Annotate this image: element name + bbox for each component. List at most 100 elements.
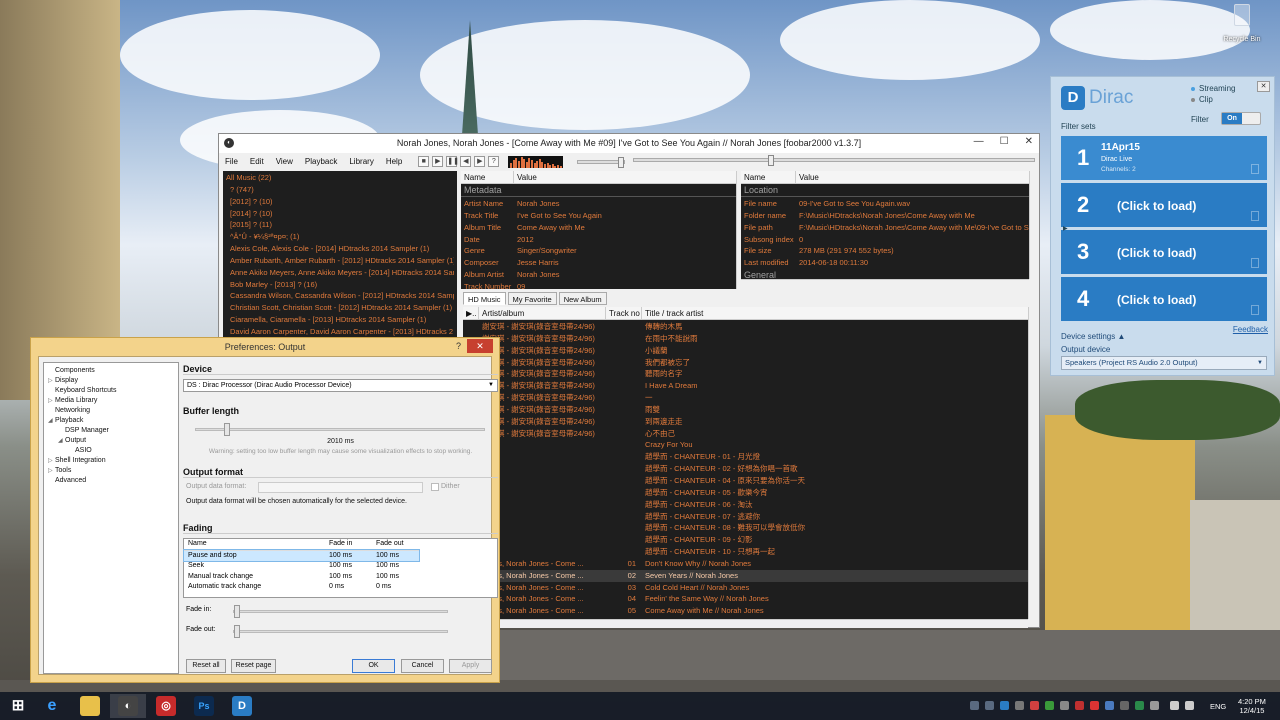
- tray-icon-3[interactable]: [1000, 701, 1009, 710]
- taskbar-explorer[interactable]: [72, 694, 108, 718]
- playlist-row[interactable]: 趙學而 - CHANTEUR - 04 - 原來只要為你活一天: [463, 475, 1028, 487]
- foobar-titlebar[interactable]: ◐ Norah Jones, Norah Jones - [Come Away …: [219, 134, 1039, 153]
- buffer-slider[interactable]: [195, 423, 485, 436]
- play-icon[interactable]: ▶: [432, 156, 444, 167]
- close-button[interactable]: ✕: [1025, 134, 1033, 150]
- maximize-button[interactable]: ☐: [1000, 134, 1009, 150]
- library-item[interactable]: Ciaramella, Ciaramella - [2013] HDtracks…: [226, 314, 454, 326]
- playlist-row[interactable]: 趙學而 - CHANTEUR - 05 - 歡樂今宵: [463, 487, 1028, 499]
- dither-checkbox[interactable]: [431, 483, 439, 491]
- location-row[interactable]: File path F:\Music\HDtracks\Norah Jones\C…: [741, 222, 1029, 234]
- playlist-row[interactable]: 謝安琪 - 謝安琪(錄音室母帶24/96) 在雨中不能說雨: [463, 333, 1028, 345]
- pl-col-track[interactable]: Track no: [606, 307, 642, 319]
- playlist-row[interactable]: 趙學而 - CHANTEUR - 08 - 難我可以學會放低你: [463, 522, 1028, 534]
- menu-edit[interactable]: Edit: [244, 157, 270, 166]
- taskbar-app-red[interactable]: ◎: [148, 694, 184, 718]
- tab-new-album[interactable]: New Album: [558, 292, 607, 305]
- preferences-close-button[interactable]: ✕: [467, 339, 493, 353]
- tree-item-display[interactable]: ▷ Display: [46, 376, 176, 386]
- taskbar-dirac[interactable]: D: [224, 694, 260, 718]
- ok-button[interactable]: OK: [352, 659, 395, 673]
- tree-expander-icon[interactable]: ▷: [48, 456, 55, 466]
- fade-out-slider[interactable]: [233, 625, 448, 638]
- playlist-row[interactable]: Jones, Norah Jones - Come ... 04 Feelin' t…: [463, 593, 1028, 605]
- dirac-close-button[interactable]: ✕: [1257, 81, 1270, 92]
- tree-expander-icon[interactable]: ▷: [48, 396, 55, 406]
- fade-col-name[interactable]: Name: [184, 539, 325, 550]
- location-row[interactable]: File size 278 MB (291 974 552 bytes): [741, 245, 1029, 257]
- start-button[interactable]: ⊞: [0, 694, 36, 718]
- playlist-row[interactable]: 謝安琪 - 謝安琪(錄音室母帶24/96) 到兩邊走走: [463, 416, 1028, 428]
- device-settings-toggle[interactable]: Device settings ▲: [1061, 332, 1125, 341]
- filter-slot-2[interactable]: 2 (Click to load): [1061, 183, 1267, 227]
- cancel-button[interactable]: Cancel: [401, 659, 444, 673]
- playlist-row[interactable]: 謝安琪 - 謝安琪(錄音室母帶24/96) I Have A Dream: [463, 380, 1028, 392]
- fade-row[interactable]: Seek 100 ms 100 ms: [184, 561, 419, 572]
- menu-library[interactable]: Library: [343, 157, 379, 166]
- tree-item-playback[interactable]: ◢ Playback: [46, 416, 176, 426]
- pl-col-title[interactable]: Title / track artist: [642, 307, 703, 319]
- taskbar-ie[interactable]: e: [34, 694, 70, 718]
- playlist-row[interactable]: 趙學而 - CHANTEUR - 10 - 只想再一起: [463, 546, 1028, 558]
- random-icon[interactable]: ?: [488, 156, 500, 167]
- trash-icon[interactable]: [1251, 305, 1259, 315]
- device-select[interactable]: DS : Dirac Processor (Dirac Audio Proces…: [183, 379, 498, 392]
- pause-icon[interactable]: ❚❚: [446, 156, 459, 167]
- menu-view[interactable]: View: [270, 157, 299, 166]
- tray-icon-13[interactable]: [1150, 701, 1159, 710]
- volume-icon[interactable]: [1185, 701, 1194, 710]
- tree-expander-icon[interactable]: ▷: [48, 376, 55, 386]
- library-item[interactable]: [2012] ? (10): [226, 196, 454, 208]
- metadata-row[interactable]: Album Title Come Away with Me: [461, 222, 736, 234]
- tray-icon-11[interactable]: [1120, 701, 1129, 710]
- filter-slot-1[interactable]: 1 11Apr15 Dirac Live Channels: 2: [1061, 136, 1267, 180]
- tab-hd-music[interactable]: HD Music: [463, 292, 506, 305]
- tray-icon-6[interactable]: [1045, 701, 1054, 710]
- playlist-row[interactable]: 謝安琪 - 謝安琪(錄音室母帶24/96) 傳轉的木馬: [463, 321, 1028, 333]
- pl-col-artist[interactable]: Artist/album: [479, 307, 606, 319]
- tree-expander-icon[interactable]: ◢: [48, 416, 55, 426]
- seek-bar[interactable]: [633, 155, 1035, 166]
- metadata-row[interactable]: Genre Singer/Songwriter: [461, 245, 736, 257]
- network-icon[interactable]: [1170, 701, 1179, 710]
- location-hscrollbar[interactable]: [741, 279, 1029, 288]
- location-row[interactable]: Last modified 2014-06-18 00:11:30: [741, 257, 1029, 269]
- mode-streaming[interactable]: Streaming: [1191, 84, 1235, 93]
- pl-col-playing[interactable]: ▶..: [463, 307, 479, 319]
- playlist-row[interactable]: 趙學而 - CHANTEUR - 06 - 淘汰: [463, 499, 1028, 511]
- playlist-row[interactable]: Jones, Norah Jones - Come ... 03 Cold Cold…: [463, 582, 1028, 594]
- playlist-scrollbar[interactable]: [1028, 307, 1037, 619]
- library-item[interactable]: Bob Marley - [2013] ? (16): [226, 279, 454, 291]
- loc-col-name[interactable]: Name: [741, 171, 796, 183]
- tab-my-favorite[interactable]: My Favorite: [507, 292, 557, 305]
- location-scrollbar[interactable]: [1029, 171, 1038, 279]
- library-item[interactable]: Christian Scott, Christian Scott - [2012…: [226, 302, 454, 314]
- playlist-row[interactable]: 趙學而 - CHANTEUR - 09 - 幻影: [463, 534, 1028, 546]
- tree-expander-icon[interactable]: ▷: [48, 466, 55, 476]
- tray-icon-4[interactable]: [1015, 701, 1024, 710]
- taskbar-foobar[interactable]: ◐: [110, 694, 146, 718]
- playlist-row[interactable]: Jones, Norah Jones - Come ... 02 Seven Yea…: [463, 569, 1028, 582]
- tree-item-components[interactable]: Components: [46, 366, 176, 376]
- tray-icon-2[interactable]: [985, 701, 994, 710]
- library-item[interactable]: Alexis Cole, Alexis Cole - [2014] HDtrac…: [226, 243, 454, 255]
- next-icon[interactable]: ▶: [474, 156, 486, 167]
- volume-slider[interactable]: [577, 156, 626, 168]
- playlist-hscrollbar[interactable]: [463, 619, 1028, 628]
- tree-item-tools[interactable]: ▷ Tools: [46, 466, 176, 476]
- output-format-select[interactable]: [258, 482, 423, 493]
- tray-icon-7[interactable]: [1060, 701, 1069, 710]
- tree-item-asio[interactable]: ASIO: [46, 446, 176, 456]
- tray-icon-1[interactable]: [970, 701, 979, 710]
- library-item[interactable]: Amber Rubarth, Amber Rubarth - [2012] HD…: [226, 255, 454, 267]
- location-row[interactable]: Subsong index 0: [741, 234, 1029, 246]
- tree-item-dsp-manager[interactable]: DSP Manager: [46, 426, 176, 436]
- feedback-link[interactable]: Feedback: [1233, 325, 1268, 334]
- fade-row[interactable]: Pause and stop 100 ms 100 ms: [183, 549, 420, 562]
- library-item[interactable]: [2015] ? (11): [226, 219, 454, 231]
- recycle-bin[interactable]: Recycle Bin: [1222, 4, 1262, 48]
- playlist-row[interactable]: Jones, Norah Jones - Come ... 05 Come Away…: [463, 605, 1028, 617]
- metadata-row[interactable]: Date 2012: [461, 234, 736, 246]
- filter-slot-4[interactable]: 4 (Click to load): [1061, 277, 1267, 321]
- menu-help[interactable]: Help: [380, 157, 408, 166]
